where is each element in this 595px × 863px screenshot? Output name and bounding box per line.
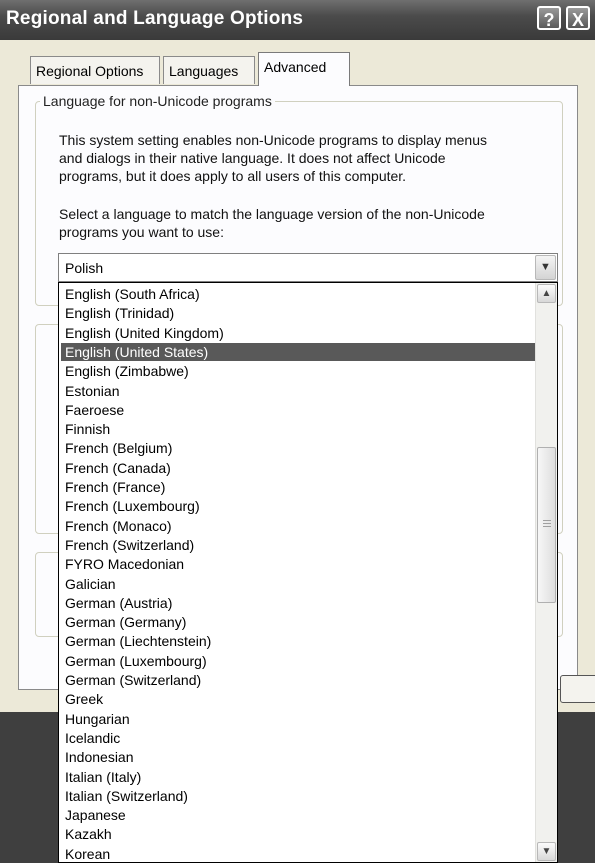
language-option[interactable]: Japanese [61,806,537,824]
language-option[interactable]: Icelandic [61,729,537,747]
scrollbar[interactable]: ▲ ▼ [535,283,557,862]
language-option[interactable]: Faeroese [61,401,537,419]
language-option[interactable]: English (United States) [61,342,537,361]
description-line: This system setting enables non-Unicode … [59,132,487,148]
apply-button-partial[interactable] [560,675,595,703]
language-option[interactable]: English (South Africa) [61,285,537,303]
tab-regional-options[interactable]: Regional Options [30,56,160,84]
language-option[interactable]: French (Belgium) [61,439,537,457]
language-option[interactable]: French (Canada) [61,459,537,477]
language-option[interactable]: Italian (Switzerland) [61,787,537,805]
language-option[interactable]: FYRO Macedonian [61,555,537,573]
language-option[interactable]: German (Liechtenstein) [61,632,537,650]
description-line: programs, but it does apply to all users… [59,168,407,184]
help-button[interactable]: ? [537,6,561,30]
scroll-up-icon[interactable]: ▲ [537,284,556,303]
language-option[interactable]: Finnish [61,420,537,438]
prompt-line: Select a language to match the language … [59,206,485,222]
prompt-text: Select a language to match the language … [59,205,485,241]
language-option[interactable]: English (Trinidad) [61,304,537,322]
language-option[interactable]: French (Switzerland) [61,536,537,554]
language-option[interactable]: Indonesian [61,748,537,766]
language-option[interactable]: Estonian [61,382,537,400]
language-option[interactable]: English (Zimbabwe) [61,362,537,380]
language-option[interactable]: German (Luxembourg) [61,652,537,670]
prompt-line: programs you want to use: [59,224,224,240]
chevron-down-icon[interactable]: ▼ [535,255,556,280]
close-button[interactable]: X [566,6,590,30]
language-option[interactable]: Galician [61,575,537,593]
language-option[interactable]: English (United Kingdom) [61,324,537,342]
language-option[interactable]: Greek [61,690,537,708]
language-select[interactable]: Polish ▼ [58,253,558,282]
tab-advanced[interactable]: Advanced [258,52,350,86]
window-title: Regional and Language Options [6,8,304,29]
language-option[interactable]: Kazakh [61,825,537,843]
language-option[interactable]: French (Luxembourg) [61,497,537,515]
language-option[interactable]: Korean [61,845,537,862]
tab-languages[interactable]: Languages [163,56,255,84]
language-option[interactable]: German (Austria) [61,594,537,612]
language-option[interactable]: Italian (Italy) [61,768,537,786]
description-line: and dialogs in their native language. It… [59,150,446,166]
language-option[interactable]: French (France) [61,478,537,496]
language-option[interactable]: French (Monaco) [61,517,537,535]
language-option[interactable]: Hungarian [61,710,537,728]
language-option[interactable]: German (Germany) [61,613,537,631]
language-dropdown-list[interactable]: English (South Africa) English (Trinidad)… [58,282,558,863]
language-option[interactable]: German (Switzerland) [61,671,537,689]
group-nonunicode-legend: Language for non-Unicode programs [40,93,275,109]
scroll-down-icon[interactable]: ▼ [537,842,556,861]
title-bar[interactable]: Regional and Language Options ? X [0,0,595,40]
scroll-thumb[interactable] [537,447,556,603]
description-text: This system setting enables non-Unicode … [59,131,487,185]
language-select-value: Polish [65,260,104,276]
